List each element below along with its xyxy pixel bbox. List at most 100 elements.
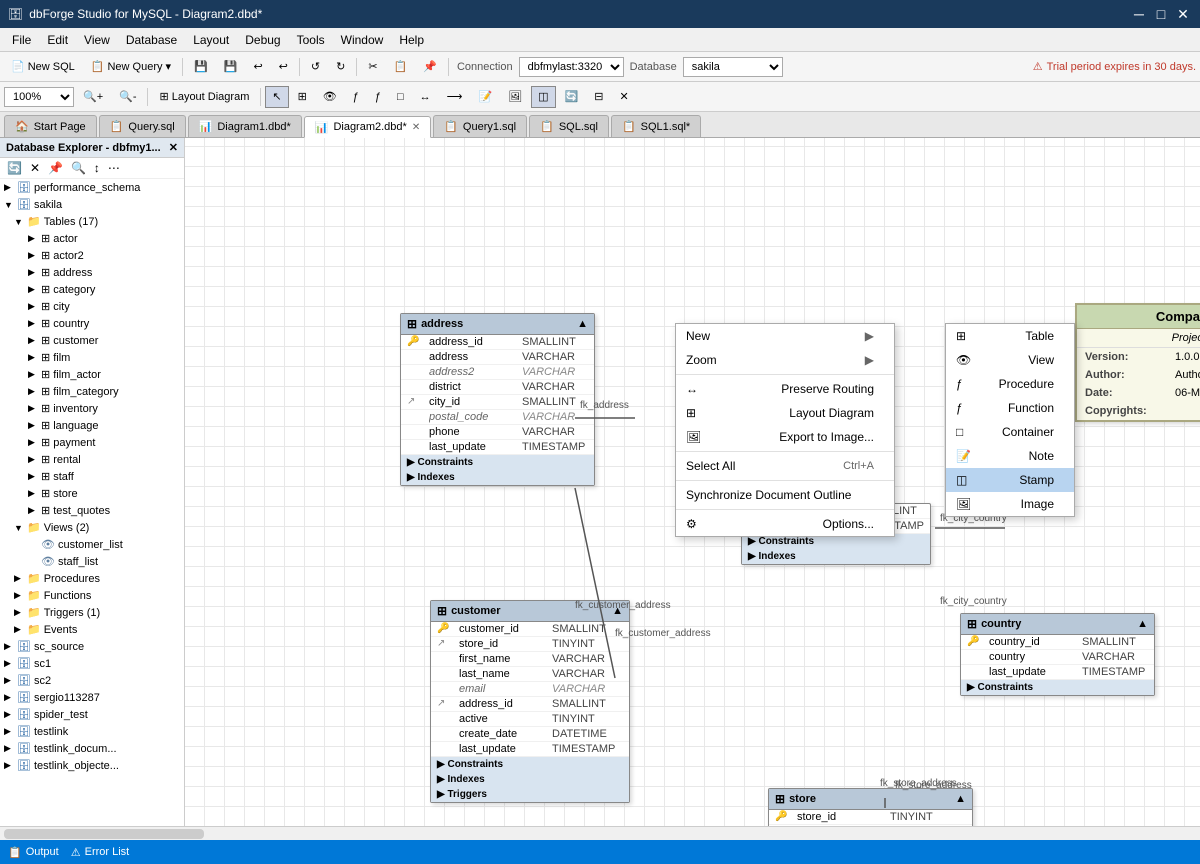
sidebar-item-film-actor[interactable]: ▶ ⊞ film_actor <box>0 366 184 383</box>
tab-query1[interactable]: 📋 Query1.sql <box>433 115 527 137</box>
table-indexes-section[interactable]: ▶ Indexes <box>742 549 930 564</box>
sidebar-item-rental[interactable]: ▶ ⊞ rental <box>0 451 184 468</box>
menu-file[interactable]: File <box>4 31 39 49</box>
menu-item-zoom[interactable]: Zoom ▶ <box>676 348 894 372</box>
submenu-item-function[interactable]: ƒ Function <box>946 396 1074 420</box>
table-address[interactable]: ⊞ address ▲ 🔑 address_id SMALLINT addres… <box>400 313 595 486</box>
table-row[interactable]: country VARCHAR <box>961 650 1154 665</box>
sidebar-item-sc2[interactable]: ▶ 🗄 sc2 <box>0 672 184 689</box>
zoom-select[interactable]: 100% 75% 50% 150% <box>4 87 74 107</box>
sidebar-item-events[interactable]: ▶ 📁 Events <box>0 621 184 638</box>
toolbar-btn-4[interactable]: ↩ <box>272 56 295 78</box>
table-row[interactable]: ↗ city_id SMALLINT <box>401 395 594 410</box>
table-row[interactable]: address VARCHAR <box>401 350 594 365</box>
table-row[interactable]: last_update TIMESTAMP <box>431 742 629 757</box>
submenu-item-table[interactable]: ⊞ Table <box>946 324 1074 348</box>
table-constraints-section[interactable]: ▶ Constraints <box>431 757 629 772</box>
sidebar-item-film[interactable]: ▶ ⊞ film <box>0 349 184 366</box>
table-row[interactable]: last_update TIMESTAMP <box>401 440 594 455</box>
table-expand-icon[interactable]: ▲ <box>955 793 966 805</box>
table-row[interactable]: 🔑 store_id TINYINT <box>769 810 972 825</box>
menu-window[interactable]: Window <box>333 31 392 49</box>
sidebar-item-staff[interactable]: ▶ ⊞ staff <box>0 468 184 485</box>
menu-tools[interactable]: Tools <box>289 31 333 49</box>
sidebar-item-spider-test[interactable]: ▶ 🗄 spider_test <box>0 706 184 723</box>
menu-item-sync-outline[interactable]: Synchronize Document Outline <box>676 483 894 507</box>
sidebar-pin-btn[interactable]: 📌 <box>45 160 66 176</box>
tab-start-page[interactable]: 🏠 Start Page <box>4 115 97 137</box>
menu-item-layout-diagram[interactable]: ⊞ Layout Diagram <box>676 401 894 425</box>
sidebar-more-btn[interactable]: ⋯ <box>105 160 123 176</box>
sidebar-refresh-btn[interactable]: 🔄 <box>4 160 25 176</box>
proc-tool-btn[interactable]: ƒ <box>346 86 366 108</box>
sidebar-item-functions[interactable]: ▶ 📁 Functions <box>0 587 184 604</box>
tab-diagram2[interactable]: 📊 Diagram2.dbd* ✕ <box>304 116 431 138</box>
table-expand-icon[interactable]: ▲ <box>577 318 588 330</box>
toolbar-btn-3[interactable]: ↩ <box>246 56 269 78</box>
menu-help[interactable]: Help <box>391 31 432 49</box>
toolbar-btn-cut[interactable]: ✂ <box>361 56 384 78</box>
container-tool-btn[interactable]: □ <box>390 86 411 108</box>
table-expand-icon[interactable]: ▲ <box>1137 618 1148 630</box>
menu-layout[interactable]: Layout <box>185 31 237 49</box>
menu-item-select-all[interactable]: Select All Ctrl+A <box>676 454 894 478</box>
sidebar-item-sakila[interactable]: ▼ 🗄 sakila <box>0 196 184 213</box>
sidebar-sort-btn[interactable]: ↕ <box>91 160 103 176</box>
table-indexes-section[interactable]: ▶ Indexes <box>401 470 594 485</box>
table-row[interactable]: 🔑 address_id SMALLINT <box>401 335 594 350</box>
toolbar-btn-1[interactable]: 💾 <box>187 56 215 78</box>
table-store[interactable]: ⊞ store ▲ 🔑 store_id TINYINT ↗ manager_s… <box>768 788 973 826</box>
table-row[interactable]: 🔑 country_id SMALLINT <box>961 635 1154 650</box>
sidebar-item-customer-list[interactable]: 👁 customer_list <box>0 536 184 553</box>
table-row[interactable]: last_name VARCHAR <box>431 667 629 682</box>
table-country[interactable]: ⊞ country ▲ 🔑 country_id SMALLINT countr… <box>960 613 1155 696</box>
menu-database[interactable]: Database <box>118 31 185 49</box>
sidebar-item-sc-source[interactable]: ▶ 🗄 sc_source <box>0 638 184 655</box>
sidebar-item-city[interactable]: ▶ ⊞ city <box>0 298 184 315</box>
table-row[interactable]: address2 VARCHAR <box>401 365 594 380</box>
title-controls[interactable]: ─ □ ✕ <box>1130 5 1192 23</box>
minimize-btn[interactable]: ─ <box>1130 5 1148 23</box>
sidebar-close-btn2[interactable]: ✕ <box>27 160 43 176</box>
table-row[interactable]: ↗ store_id TINYINT <box>431 637 629 652</box>
zoom-in-btn[interactable]: 🔍+ <box>76 86 110 108</box>
table-row[interactable]: 🔑 customer_id SMALLINT <box>431 622 629 637</box>
grid-btn[interactable]: ⊟ <box>587 86 610 108</box>
table-row[interactable]: ↗ address_id SMALLINT <box>431 697 629 712</box>
output-tab[interactable]: 📋 Output <box>8 846 59 859</box>
sidebar-item-store[interactable]: ▶ ⊞ store <box>0 485 184 502</box>
sidebar-item-test-quotes[interactable]: ▶ ⊞ test_quotes <box>0 502 184 519</box>
diagram-canvas[interactable]: fk_address fk_city_country fk_customer_a… <box>185 138 1200 826</box>
submenu-item-stamp[interactable]: ◫ Stamp <box>946 468 1074 492</box>
submenu-item-view[interactable]: 👁 View <box>946 348 1074 372</box>
menu-item-export-image[interactable]: 🖼 Export to Image... <box>676 425 894 449</box>
submenu-item-container[interactable]: □ Container <box>946 420 1074 444</box>
toolbar-btn-copy[interactable]: 📋 <box>387 56 415 78</box>
menu-edit[interactable]: Edit <box>39 31 76 49</box>
toolbar-btn-2[interactable]: 💾 <box>217 56 245 78</box>
sidebar-item-testlink[interactable]: ▶ 🗄 testlink <box>0 723 184 740</box>
sidebar-item-testlink-object[interactable]: ▶ 🗄 testlink_objecte... <box>0 757 184 774</box>
table-row[interactable]: ↗ manager_staff_id TINYINT <box>769 825 972 826</box>
table-constraints-section[interactable]: ▶ Constraints <box>961 680 1154 695</box>
toolbar-btn-undo[interactable]: ↺ <box>304 56 327 78</box>
sidebar-item-sergio[interactable]: ▶ 🗄 sergio113287 <box>0 689 184 706</box>
relation-tool-btn[interactable]: ↔ <box>413 86 438 108</box>
error-list-tab[interactable]: ⚠ Error List <box>71 846 130 859</box>
table-row[interactable]: last_update TIMESTAMP <box>961 665 1154 680</box>
toolbar-btn-paste[interactable]: 📌 <box>416 56 444 78</box>
sidebar-item-actor[interactable]: ▶ ⊞ actor <box>0 230 184 247</box>
sidebar-item-category[interactable]: ▶ ⊞ category <box>0 281 184 298</box>
refresh-btn[interactable]: 🔄 <box>558 86 586 108</box>
tab-sql1[interactable]: 📋 SQL1.sql* <box>611 115 701 137</box>
maximize-btn[interactable]: □ <box>1152 5 1170 23</box>
line-tool-btn[interactable]: ⟶ <box>440 86 470 108</box>
horizontal-scrollbar[interactable] <box>0 826 1200 840</box>
stamp-tool-btn[interactable]: ◫ <box>531 86 555 108</box>
submenu-item-image[interactable]: 🖼 Image <box>946 492 1074 516</box>
scrollbar-thumb[interactable] <box>4 829 204 839</box>
tab-diagram2-close[interactable]: ✕ <box>412 122 420 133</box>
table-expand-icon[interactable]: ▲ <box>612 605 623 617</box>
tab-query-sql[interactable]: 📋 Query.sql <box>99 115 186 137</box>
table-row[interactable]: active TINYINT <box>431 712 629 727</box>
